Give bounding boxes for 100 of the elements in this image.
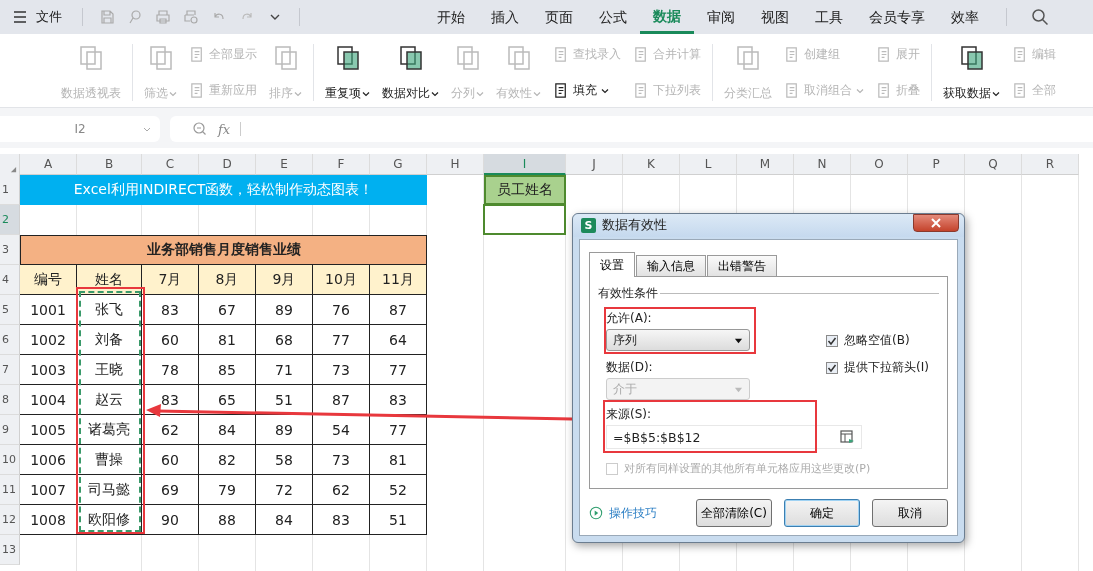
menu-tab[interactable]: 页面 (532, 0, 586, 34)
dialog-tab[interactable]: 设置 (589, 252, 635, 277)
menu-tab[interactable]: 效率 (938, 0, 992, 34)
file-menu[interactable]: 文件 (36, 8, 62, 26)
table-cell: 88 (199, 505, 256, 535)
table-cell: 60 (142, 445, 199, 475)
table-cell: 83 (313, 505, 370, 535)
menu-tab[interactable]: 会员专享 (856, 0, 938, 34)
table-cell: 69 (142, 475, 199, 505)
checkbox-label: 忽略空值(B) (844, 332, 910, 349)
caret-icon (992, 89, 1000, 98)
ribbon-button[interactable]: 数据对比 (379, 42, 442, 103)
tips-link[interactable]: 操作技巧 (609, 504, 657, 522)
select-all-corner[interactable] (0, 154, 20, 175)
table-cell: 87 (313, 385, 370, 415)
print-icon[interactable] (155, 9, 171, 25)
table-cell: 曹操 (77, 445, 142, 475)
ribbon-button[interactable]: 填充 (550, 82, 624, 99)
allow-dropdown[interactable]: 序列 (606, 329, 750, 351)
search-icon[interactable] (1031, 8, 1049, 26)
triangle-icon (10, 166, 17, 173)
table-cell: 77 (313, 325, 370, 355)
column-heading: 9月 (256, 265, 313, 295)
menu-tab[interactable]: 插入 (478, 0, 532, 34)
table-caption: 业务部销售月度销售业绩 (20, 235, 427, 265)
menu-tab[interactable]: 审阅 (694, 0, 748, 34)
menu-tab[interactable]: 公式 (586, 0, 640, 34)
column-header[interactable]: O (851, 154, 908, 175)
column-header[interactable]: F (313, 154, 370, 175)
dialog-button[interactable]: 确定 (784, 499, 860, 527)
column-header[interactable]: H (427, 154, 484, 175)
menu-icon[interactable] (12, 9, 28, 25)
column-heading: 7月 (142, 265, 199, 295)
row-header[interactable]: 12 (0, 505, 20, 535)
column-header[interactable]: B (77, 154, 142, 175)
table-cell: 51 (370, 505, 427, 535)
table-cell: 83 (142, 295, 199, 325)
column-header[interactable]: Q (965, 154, 1022, 175)
dialog-button[interactable]: 取消 (872, 499, 948, 527)
table-cell: 72 (256, 475, 313, 505)
checkbox[interactable] (826, 334, 838, 347)
table-cell: 员工姓名 (484, 175, 566, 205)
column-header[interactable]: D (199, 154, 256, 175)
dialog-tab[interactable]: 输入信息 (636, 255, 706, 276)
column-heading: 10月 (313, 265, 370, 295)
save-icon[interactable] (99, 9, 115, 25)
table-cell: 73 (313, 355, 370, 385)
dialog-title: 数据有效性 (602, 217, 668, 234)
ribbon-button[interactable]: 重复项 (322, 42, 373, 103)
source-field[interactable]: =$B$5:$B$12 (606, 425, 862, 449)
dialog-tab[interactable]: 出错警告 (707, 255, 777, 276)
row-header[interactable]: 11 (0, 475, 20, 505)
table-cell: 79 (199, 475, 256, 505)
menu-tab[interactable]: 视图 (748, 0, 802, 34)
zoom-out-icon[interactable] (192, 121, 208, 137)
sheet-icon (77, 44, 105, 72)
caret-icon (431, 89, 439, 98)
table-cell: 欧阳修 (77, 505, 142, 535)
caret-icon (856, 86, 864, 95)
row-header[interactable]: 7 (0, 355, 20, 385)
dialog-button[interactable]: 全部清除(C) (696, 499, 772, 527)
table-cell: 赵云 (77, 385, 142, 415)
table-cell: 84 (256, 505, 313, 535)
row-header[interactable]: 10 (0, 445, 20, 475)
column-header[interactable]: M (737, 154, 794, 175)
row-header[interactable]: 5 (0, 295, 20, 325)
row-header[interactable]: 8 (0, 385, 20, 415)
column-header[interactable]: E (256, 154, 313, 175)
column-header[interactable]: P (908, 154, 965, 175)
ribbon-button[interactable]: 获取数据 (940, 42, 1003, 103)
section-title: 有效性条件 (598, 285, 658, 302)
table-cell: 1008 (20, 505, 77, 535)
print-preview-icon[interactable] (183, 9, 199, 25)
column-header[interactable]: A (20, 154, 77, 175)
menu-tab[interactable]: 开始 (424, 0, 478, 34)
formula-field[interactable]: fx (170, 116, 1093, 142)
table-cell: 78 (142, 355, 199, 385)
column-header[interactable]: G (370, 154, 427, 175)
field-label: 允许(A): (606, 310, 653, 327)
close-button[interactable] (913, 213, 959, 232)
row-header[interactable]: 6 (0, 325, 20, 355)
column-header[interactable]: R (1022, 154, 1079, 175)
menu-tab[interactable]: 工具 (802, 0, 856, 34)
range-picker-icon[interactable] (839, 429, 855, 445)
function-label[interactable]: fx (218, 121, 231, 137)
column-header[interactable]: N (794, 154, 851, 175)
row-header[interactable]: 1 (0, 175, 20, 205)
active-cell[interactable] (483, 204, 566, 235)
column-header[interactable]: L (680, 154, 737, 175)
row-header[interactable]: 13 (0, 535, 20, 565)
row-header[interactable]: 3 (0, 235, 20, 265)
row-header[interactable]: 9 (0, 415, 20, 445)
checkbox-label: 提供下拉箭头(I) (844, 359, 929, 376)
column-header[interactable]: J (566, 154, 623, 175)
name-box[interactable]: I2 (0, 116, 160, 142)
checkbox[interactable] (826, 361, 838, 374)
column-header[interactable]: K (623, 154, 680, 175)
column-header[interactable]: C (142, 154, 199, 175)
sheet-icon (734, 44, 762, 72)
row-header[interactable]: 4 (0, 265, 20, 295)
